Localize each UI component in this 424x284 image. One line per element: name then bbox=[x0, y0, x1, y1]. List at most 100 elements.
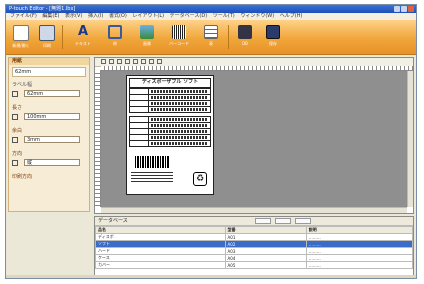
margin-field[interactable]: 3mm bbox=[24, 136, 80, 143]
table-icon bbox=[204, 25, 218, 39]
recycle-icon[interactable]: ♻ bbox=[193, 172, 207, 186]
toolbar-separator bbox=[228, 25, 229, 49]
orientation-icon bbox=[12, 160, 18, 166]
align-icon[interactable] bbox=[157, 59, 162, 64]
label-title[interactable]: ディスポーザブル ソフト bbox=[129, 78, 211, 88]
title-bar: P-touch Editor - [無題1.lbx] bbox=[6, 5, 416, 13]
image-button[interactable]: 画像 bbox=[136, 23, 158, 51]
save-button[interactable]: 保存 bbox=[262, 23, 284, 51]
section-margin: 余白 bbox=[12, 128, 23, 134]
app-window: P-touch Editor - [無題1.lbx] ファイル(F) 編集(E)… bbox=[5, 4, 417, 279]
rect-tool-icon[interactable] bbox=[125, 59, 130, 64]
table-cell: ……… bbox=[305, 254, 414, 262]
status-bar bbox=[6, 275, 416, 278]
pointer-icon[interactable] bbox=[101, 59, 106, 64]
menu-format[interactable]: 書式(O) bbox=[109, 13, 127, 20]
label-preview[interactable]: ディスポーザブル ソフト ♻ bbox=[126, 75, 214, 195]
menu-insert[interactable]: 挿入(I) bbox=[88, 13, 103, 20]
column-header[interactable]: 型番 bbox=[224, 226, 307, 234]
save-icon bbox=[266, 25, 280, 39]
table-cell: A03 bbox=[224, 247, 307, 255]
menu-file[interactable]: ファイル(F) bbox=[10, 13, 37, 20]
frame-button[interactable]: 枠 bbox=[104, 23, 126, 51]
text-button[interactable]: A テキスト bbox=[72, 23, 94, 51]
table-row[interactable]: ケース A04 ……… bbox=[95, 254, 414, 262]
margin-icon bbox=[12, 137, 18, 143]
length-icon bbox=[12, 114, 18, 120]
label-table-top[interactable] bbox=[129, 88, 211, 113]
table-cell: A04 bbox=[224, 254, 307, 262]
barcode-object[interactable] bbox=[135, 156, 169, 168]
table-cell: ……… bbox=[305, 261, 414, 269]
property-panel: 用紙 62mm ラベル幅 62mm 長さ 100mm 余白 3mm 方向 縦 印… bbox=[8, 57, 90, 212]
table-cell: ソフト bbox=[95, 240, 226, 248]
text-tool-icon[interactable] bbox=[109, 59, 114, 64]
barcode-icon bbox=[172, 25, 186, 39]
panel-header: 用紙 bbox=[9, 58, 89, 65]
label-table-bottom[interactable] bbox=[129, 116, 211, 147]
db-next-button[interactable] bbox=[295, 218, 311, 224]
table-cell: ……… bbox=[305, 240, 414, 248]
table-row[interactable]: ディスポ A01 ……… bbox=[95, 233, 414, 241]
table-cell: ハード bbox=[95, 247, 226, 255]
table-row[interactable]: カバー A05 ……… bbox=[95, 261, 414, 269]
table-cell: A05 bbox=[224, 261, 307, 269]
table-button[interactable]: 表 bbox=[200, 23, 222, 51]
column-header[interactable]: 品名 bbox=[95, 226, 226, 234]
menu-view[interactable]: 表示(V) bbox=[65, 13, 82, 20]
section-length: 長さ bbox=[12, 105, 23, 111]
menu-help[interactable]: ヘルプ(H) bbox=[280, 13, 303, 20]
print-button[interactable]: 印刷 bbox=[36, 23, 58, 51]
column-header[interactable]: 説明 bbox=[305, 226, 414, 234]
new-button[interactable]: 新規/開く bbox=[10, 23, 32, 51]
horizontal-scrollbar[interactable] bbox=[101, 207, 407, 213]
table-cell: ……… bbox=[305, 247, 414, 255]
window-title: P-touch Editor - [無題1.lbx] bbox=[9, 6, 76, 12]
table-cell: A02 bbox=[224, 240, 307, 248]
close-button[interactable] bbox=[408, 6, 414, 12]
orientation-field[interactable]: 縦 bbox=[24, 159, 80, 166]
menu-database[interactable]: データベース(D) bbox=[170, 13, 208, 20]
label-footer-text[interactable] bbox=[131, 172, 173, 184]
menu-tools[interactable]: ツール(T) bbox=[213, 13, 235, 20]
tape-icon bbox=[12, 91, 18, 97]
database-panel-header: データベース bbox=[95, 217, 413, 226]
table-cell: A01 bbox=[224, 233, 307, 241]
menu-layout[interactable]: レイアウト(L) bbox=[132, 13, 164, 20]
vertical-scrollbar[interactable] bbox=[407, 71, 413, 207]
database-table: 品名 型番 説明 ディスポ A01 ……… ソフト A02 ……… ハード A0… bbox=[95, 226, 414, 269]
table-cell: ディスポ bbox=[95, 233, 226, 241]
database-panel-title: データベース bbox=[98, 218, 128, 224]
frame-icon bbox=[108, 25, 122, 39]
line-tool-icon[interactable] bbox=[117, 59, 122, 64]
toolbar-separator bbox=[62, 25, 63, 49]
table-row-selected[interactable]: ソフト A02 ……… bbox=[95, 240, 414, 248]
db-first-button[interactable] bbox=[255, 218, 271, 224]
minimize-button[interactable] bbox=[394, 6, 400, 12]
menu-edit[interactable]: 編集(E) bbox=[42, 13, 59, 20]
length-field[interactable]: 100mm bbox=[24, 113, 80, 120]
database-icon bbox=[238, 25, 252, 39]
canvas-area[interactable]: ディスポーザブル ソフト ♻ bbox=[101, 71, 407, 207]
database-button[interactable]: DB bbox=[234, 23, 256, 51]
maximize-button[interactable] bbox=[401, 6, 407, 12]
tape-width-row: 62mm bbox=[12, 89, 86, 99]
orientation-row: 縦 bbox=[12, 158, 86, 168]
menu-bar: ファイル(F) 編集(E) 表示(V) 挿入(I) 書式(O) レイアウト(L)… bbox=[6, 13, 416, 20]
menu-window[interactable]: ウィンドウ(W) bbox=[240, 13, 274, 20]
length-row: 100mm bbox=[12, 112, 86, 122]
zoom-icon[interactable] bbox=[141, 59, 146, 64]
ellipse-tool-icon[interactable] bbox=[133, 59, 138, 64]
tape-width-field[interactable]: 62mm bbox=[24, 90, 80, 97]
new-icon bbox=[13, 25, 29, 41]
margin-row: 3mm bbox=[12, 135, 86, 145]
db-prev-button[interactable] bbox=[275, 218, 291, 224]
section-print-direction: 印刷方向 bbox=[12, 174, 33, 180]
text-icon: A bbox=[77, 24, 89, 39]
table-row[interactable]: ハード A03 ……… bbox=[95, 247, 414, 255]
print-icon bbox=[39, 25, 55, 41]
rotate-icon[interactable] bbox=[149, 59, 154, 64]
paper-select[interactable]: 62mm bbox=[12, 67, 86, 77]
barcode-button[interactable]: バーコード bbox=[168, 23, 190, 51]
table-cell: カバー bbox=[95, 261, 226, 269]
